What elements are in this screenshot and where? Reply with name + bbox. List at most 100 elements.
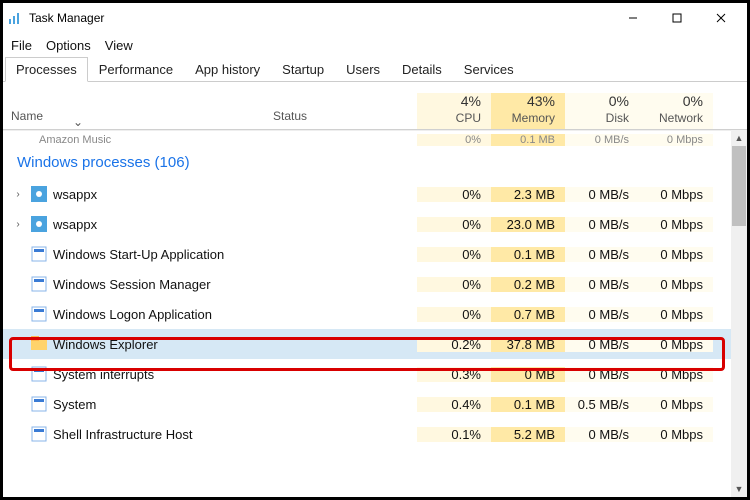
cell-cpu: 0% — [417, 187, 491, 202]
close-button[interactable] — [699, 4, 743, 32]
cell-disk: 0 MB/s — [565, 247, 639, 262]
cell-cpu: 0.2% — [417, 337, 491, 352]
process-icon — [31, 246, 47, 262]
cell-network: 0 Mbps — [639, 427, 713, 442]
cell-disk: 0 MB/s — [565, 217, 639, 232]
menu-options[interactable]: Options — [46, 38, 91, 53]
table-row[interactable]: Windows Logon Application0%0.7 MB0 MB/s0… — [3, 299, 747, 329]
process-name: System — [53, 397, 96, 412]
cell-cpu: 0.1% — [417, 427, 491, 442]
cell-disk: 0 MB/s — [565, 367, 639, 382]
cell-network: 0 Mbps — [639, 277, 713, 292]
col-cpu[interactable]: 4% CPU — [417, 93, 491, 129]
menu-view[interactable]: View — [105, 38, 133, 53]
cell-cpu: 0% — [417, 247, 491, 262]
process-name: Windows Session Manager — [53, 277, 211, 292]
process-icon — [31, 366, 47, 382]
app-icon — [7, 10, 23, 26]
network-pct: 0% — [683, 93, 703, 109]
minimize-button[interactable] — [611, 4, 655, 32]
cell-cpu: 0.4% — [417, 397, 491, 412]
table-row[interactable]: Windows Session Manager 0%0.2 MB0 MB/s0 M… — [3, 269, 747, 299]
col-name[interactable]: ⌄ Name — [3, 109, 267, 129]
cell-cpu: 0% — [417, 217, 491, 232]
process-name: System interrupts — [53, 367, 154, 382]
table-row[interactable]: Windows Explorer0.2%37.8 MB0 MB/s0 Mbps — [3, 329, 747, 359]
cell-disk: 0 MB/s — [565, 427, 639, 442]
scroll-up-icon[interactable]: ▲ — [731, 130, 747, 146]
window: Task Manager File Options View Processes… — [0, 0, 750, 500]
process-name: Shell Infrastructure Host — [53, 427, 192, 442]
cell-memory: 0.1 MB — [491, 397, 565, 412]
table-row[interactable]: ›wsappx0%2.3 MB0 MB/s0 Mbps — [3, 179, 747, 209]
col-network[interactable]: 0% Network — [639, 93, 713, 129]
scroll-down-icon[interactable]: ▼ — [731, 481, 747, 497]
scroll-track[interactable] — [731, 146, 747, 481]
menu-file[interactable]: File — [11, 38, 32, 53]
cell-cpu: 0% — [417, 277, 491, 292]
tab-details[interactable]: Details — [391, 57, 453, 81]
process-name: wsappx — [53, 217, 97, 232]
vertical-scrollbar[interactable]: ▲ ▼ — [731, 130, 747, 497]
tab-app-history[interactable]: App history — [184, 57, 271, 81]
table-row[interactable]: Shell Infrastructure Host 0.1%5.2 MB0 MB/… — [3, 419, 747, 449]
process-name: Windows Explorer — [53, 337, 158, 352]
tab-startup[interactable]: Startup — [271, 57, 335, 81]
cell-disk: 0.5 MB/s — [565, 397, 639, 412]
cell-memory: 0.1 MB — [491, 134, 565, 146]
col-memory[interactable]: 43% Memory — [491, 93, 565, 129]
tab-performance[interactable]: Performance — [88, 57, 184, 81]
scroll-thumb[interactable] — [732, 146, 746, 226]
disk-label: Disk — [606, 111, 629, 125]
cell-cpu: 0% — [417, 134, 491, 146]
process-icon — [31, 276, 47, 292]
menubar: File Options View — [3, 33, 747, 57]
group-windows-processes[interactable]: Windows processes (106) — [3, 148, 747, 179]
memory-pct: 43% — [527, 93, 555, 109]
cell-memory: 37.8 MB — [491, 337, 565, 352]
cell-network: 0 Mbps — [639, 337, 713, 352]
network-label: Network — [659, 111, 703, 125]
cell-network: 0 Mbps — [639, 367, 713, 382]
process-icon — [31, 186, 47, 202]
maximize-button[interactable] — [655, 4, 699, 32]
tab-users[interactable]: Users — [335, 57, 391, 81]
titlebar[interactable]: Task Manager — [3, 3, 747, 33]
table-row[interactable]: Windows Start-Up Application 0%0.1 MB0 MB… — [3, 239, 747, 269]
cell-network: 0 Mbps — [639, 307, 713, 322]
table-row[interactable]: System 0.4%0.1 MB0.5 MB/s0 Mbps — [3, 389, 747, 419]
cell-memory: 0.1 MB — [491, 247, 565, 262]
cell-memory: 0 MB — [491, 367, 565, 382]
cell-disk: 0 MB/s — [565, 134, 639, 146]
tab-processes[interactable]: Processes — [5, 57, 88, 82]
expand-icon[interactable]: › — [11, 189, 25, 200]
process-icon — [31, 426, 47, 442]
cell-memory: 5.2 MB — [491, 427, 565, 442]
cell-cpu: 0.3% — [417, 367, 491, 382]
process-icon — [31, 336, 47, 352]
cell-network: 0 Mbps — [639, 187, 713, 202]
table-row[interactable]: System interrupts 0.3%0 MB0 MB/s0 Mbps — [3, 359, 747, 389]
cpu-pct: 4% — [461, 93, 481, 109]
chevron-down-icon: ⌄ — [73, 115, 83, 129]
cell-network: 0 Mbps — [639, 397, 713, 412]
table-row[interactable]: ›wsappx0%23.0 MB0 MB/s0 Mbps — [3, 209, 747, 239]
col-status[interactable]: Status — [267, 109, 417, 129]
expand-icon[interactable]: › — [11, 219, 25, 230]
process-icon — [31, 306, 47, 322]
cell-disk: 0 MB/s — [565, 277, 639, 292]
cutoff-row[interactable]: Amazon Music 0% 0.1 MB 0 MB/s 0 Mbps — [3, 130, 747, 148]
cpu-label: CPU — [456, 111, 481, 125]
col-status-label: Status — [273, 109, 307, 123]
tab-services[interactable]: Services — [453, 57, 525, 81]
col-name-label: Name — [11, 109, 43, 123]
cell-memory: 23.0 MB — [491, 217, 565, 232]
process-name: Windows Start-Up Application — [53, 247, 224, 262]
col-disk[interactable]: 0% Disk — [565, 93, 639, 129]
cell-network: 0 Mbps — [639, 134, 713, 146]
cell-memory: 0.2 MB — [491, 277, 565, 292]
disk-pct: 0% — [609, 93, 629, 109]
memory-label: Memory — [512, 111, 555, 125]
process-name: Amazon Music — [3, 134, 267, 146]
process-name: wsappx — [53, 187, 97, 202]
